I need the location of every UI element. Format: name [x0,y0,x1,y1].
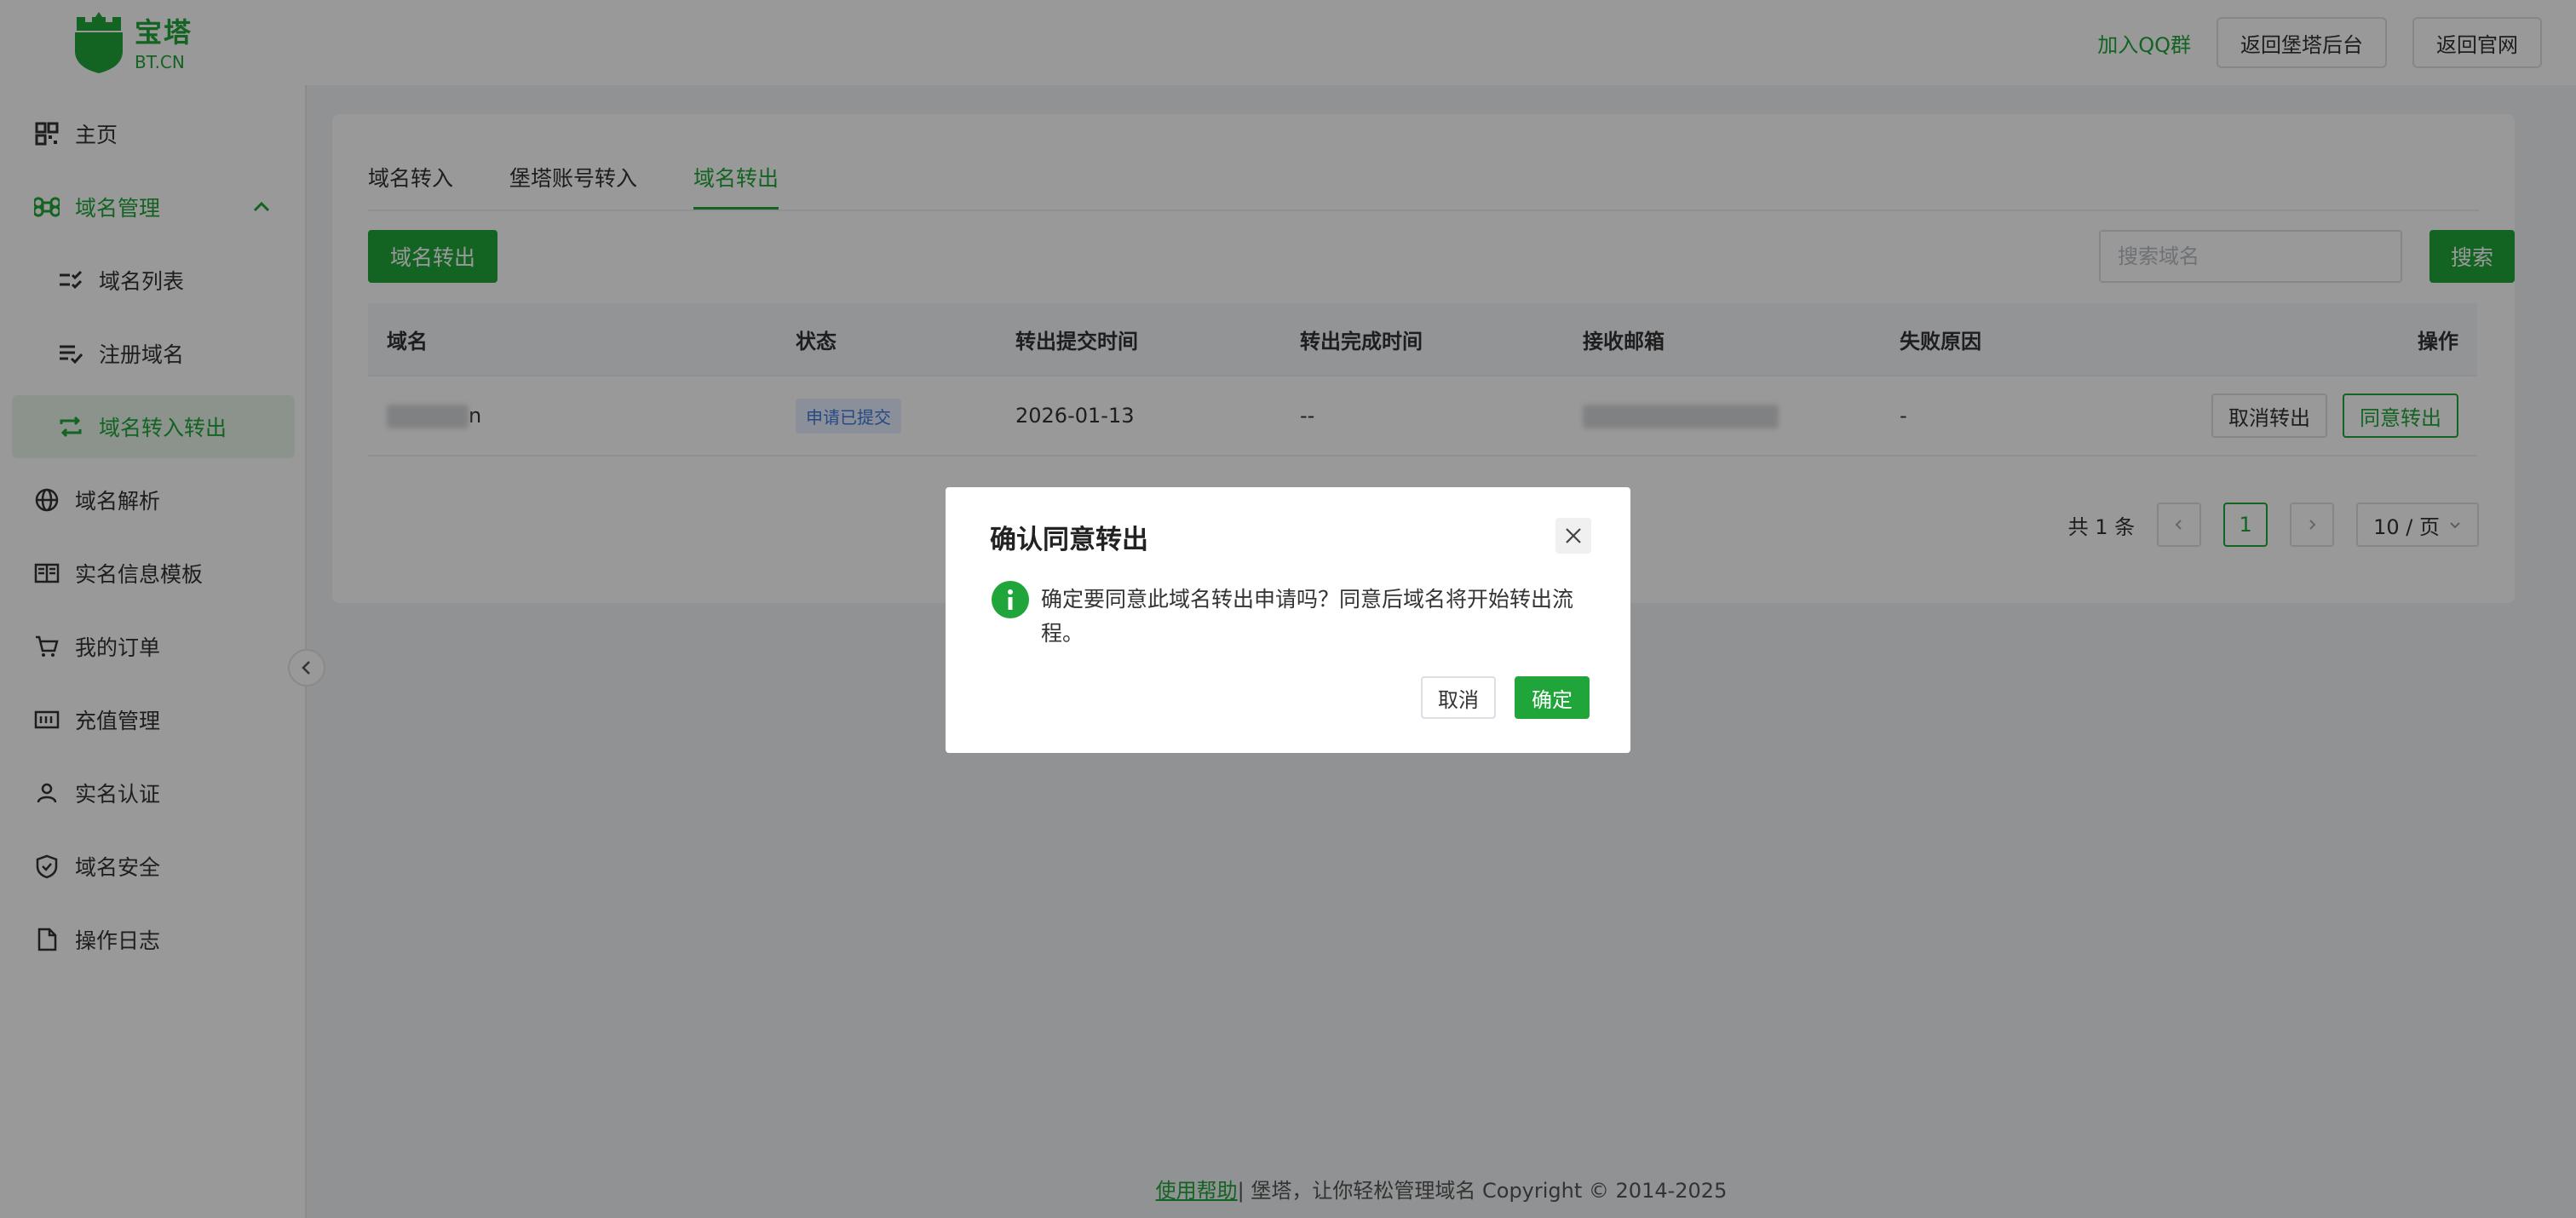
close-icon [1566,528,1581,543]
info-icon [992,581,1029,618]
dialog-title: 确认同意转出 [990,525,1148,555]
confirm-agree-transfer-dialog: 确认同意转出 确定要同意此域名转出申请吗？同意后域名将开始转出流程。 取消 确定 [946,487,1630,753]
dialog-message: 确定要同意此域名转出申请吗？同意后域名将开始转出流程。 [1041,587,1574,646]
dialog-confirm-button[interactable]: 确定 [1515,676,1590,719]
dialog-close-button[interactable] [1555,518,1591,554]
dialog-cancel-button[interactable]: 取消 [1421,676,1496,719]
